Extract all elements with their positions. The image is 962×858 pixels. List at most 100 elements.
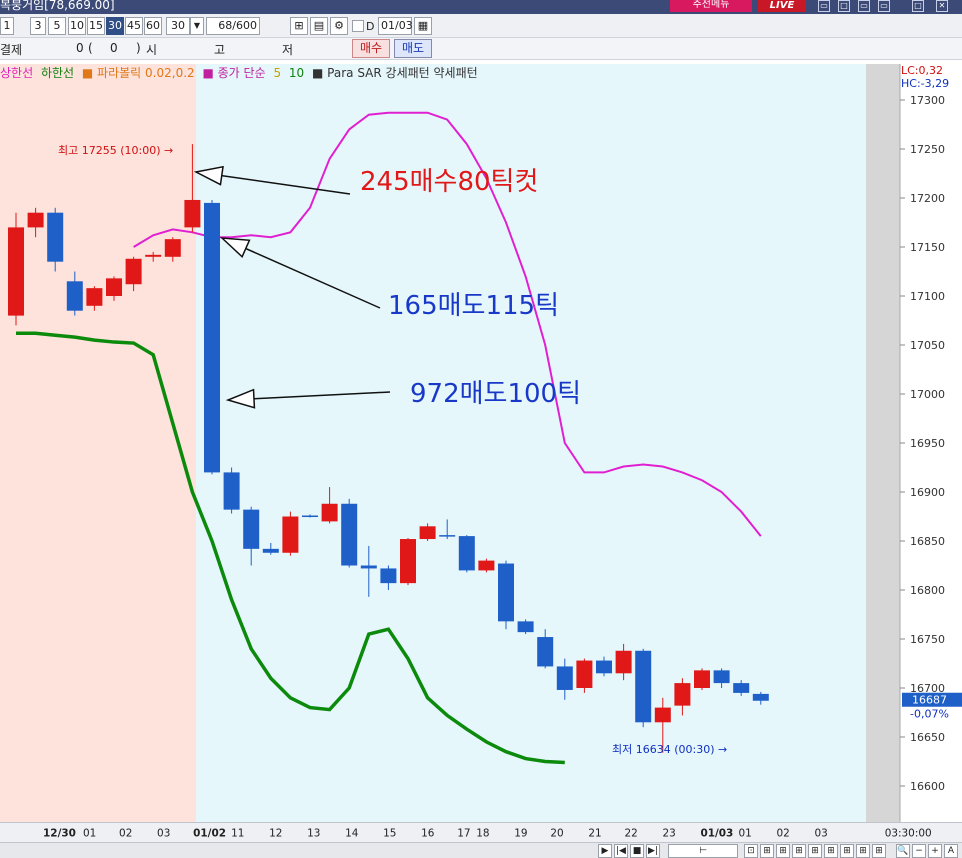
window-close-icon[interactable]: ✕: [936, 0, 948, 12]
candle-body-21: [419, 526, 436, 540]
buy-button[interactable]: 매수: [352, 39, 390, 58]
prev-session-background: [0, 64, 196, 822]
y-tick-label-17300: 17300: [910, 94, 945, 107]
x-label-16: 22: [624, 827, 637, 839]
text-tool-icon[interactable]: A: [944, 844, 958, 858]
tool-g-icon[interactable]: ⊞: [840, 844, 854, 858]
tool-c-icon[interactable]: ⊞: [776, 844, 790, 858]
zoom-out-icon[interactable]: −: [912, 844, 926, 858]
date-input[interactable]: 01/03: [378, 17, 413, 35]
recommend-menu-button[interactable]: 추천메뉴: [670, 0, 752, 12]
count-input[interactable]: 68/600: [206, 17, 260, 35]
x-label-17: 23: [662, 827, 675, 839]
candle-body-35: [694, 670, 710, 688]
price-chart[interactable]: 1660016650167001675016800168501690016950…: [0, 64, 962, 824]
zoom-icon[interactable]: 🔍: [896, 844, 910, 858]
period-5-button[interactable]: 5: [48, 17, 66, 35]
low-annotation: 최저 16634 (00:30) →: [612, 743, 727, 756]
candle-body-6: [125, 258, 142, 285]
candle-body-0: [8, 227, 24, 316]
x-label-1: 01: [83, 827, 96, 839]
candle-body-30: [596, 660, 612, 674]
high-label: 고: [214, 43, 226, 57]
first-icon[interactable]: |◀: [614, 844, 628, 858]
time-axis: 12/30 01 02 03 01/02 11 12 13 14 15 16 17 18 19 20 21 22…: [0, 822, 962, 842]
tool-f-icon[interactable]: ⊞: [824, 844, 838, 858]
x-label-7: 13: [307, 827, 320, 839]
low-label: 저: [282, 43, 294, 57]
x-label-6: 12: [269, 827, 282, 839]
candle-body-29: [576, 660, 593, 688]
time-axis-clock: 03:30:00: [885, 827, 932, 839]
candle-body-14: [282, 516, 299, 553]
window-ctl-1-icon[interactable]: ▭: [818, 0, 830, 12]
candle-body-16: [321, 503, 338, 522]
y-tick-label-17050: 17050: [910, 339, 945, 352]
window-ctl-3-icon[interactable]: ▭: [858, 0, 870, 12]
scroll-track[interactable]: ⊢: [668, 844, 738, 858]
dropdown-arrow-icon[interactable]: ▼: [190, 17, 204, 35]
y-tick-label-17000: 17000: [910, 388, 945, 401]
candle-body-15: [302, 515, 318, 518]
y-tick-label-16900: 16900: [910, 486, 945, 499]
x-label-21: 03: [814, 827, 827, 839]
last-icon[interactable]: ▶|: [646, 844, 660, 858]
x-label-8: 14: [345, 827, 359, 839]
x-label-11: 17: [457, 827, 470, 839]
period-60-button[interactable]: 60: [144, 17, 162, 35]
paren-value: 0: [110, 41, 118, 55]
window-maximize-icon[interactable]: □: [912, 0, 924, 12]
live-button[interactable]: LIVE: [758, 0, 806, 12]
tool-h-icon[interactable]: ⊞: [856, 844, 870, 858]
candle-body-12: [243, 509, 260, 549]
period-10-button[interactable]: 10: [68, 17, 86, 35]
y-tick-label-16950: 16950: [910, 437, 945, 450]
tool-i-icon[interactable]: ⊞: [872, 844, 886, 858]
candle-body-36: [713, 670, 730, 684]
sell-button[interactable]: 매도: [394, 39, 432, 58]
period-1-button[interactable]: 1: [0, 17, 14, 35]
candle-body-34: [674, 683, 691, 706]
bottom-toolbar: ▶ |◀ ■ ▶| ⊢ ⊡ ⊞ ⊞ ⊞ ⊞ ⊞ ⊞ ⊞ ⊞ 🔍 − + A: [0, 842, 962, 858]
note-buy-cut: 245매수80틱컷: [360, 167, 538, 197]
tool-e-icon[interactable]: ⊞: [808, 844, 822, 858]
period-30-button[interactable]: 30: [106, 17, 124, 35]
period-15-button[interactable]: 15: [87, 17, 105, 35]
d-checkbox[interactable]: [352, 20, 364, 32]
y-tick-label-16750: 16750: [910, 633, 945, 646]
count-value: 68: [218, 19, 233, 32]
candle-body-37: [733, 683, 750, 693]
stop-icon[interactable]: ■: [630, 844, 644, 858]
paren-close: ): [136, 41, 141, 55]
save-icon[interactable]: ▤: [310, 17, 328, 35]
x-label-18: 01/03: [700, 827, 733, 839]
tool-b-icon[interactable]: ⊞: [760, 844, 774, 858]
zoom-in-icon[interactable]: +: [928, 844, 942, 858]
right-margin-area: [866, 64, 900, 822]
window-ctl-2-icon[interactable]: □: [838, 0, 850, 12]
candle-body-5: [106, 278, 122, 296]
candle-body-17: [341, 503, 358, 566]
calendar-icon[interactable]: ▦: [414, 17, 432, 35]
window-ctl-4-icon[interactable]: ▭: [878, 0, 890, 12]
period-3-button[interactable]: 3: [30, 17, 46, 35]
x-label-10: 16: [421, 827, 434, 839]
play-icon[interactable]: ▶: [598, 844, 612, 858]
legend-upper-band: 상한선: [0, 66, 34, 80]
candle-body-31: [615, 650, 632, 674]
candle-body-33: [654, 707, 671, 723]
y-tick-label-17250: 17250: [910, 143, 945, 156]
grid-icon[interactable]: ⊞: [290, 17, 308, 35]
x-label-14: 20: [550, 827, 563, 839]
open-label: 시: [146, 43, 158, 57]
tool-a-icon[interactable]: ⊡: [744, 844, 758, 858]
period-select[interactable]: 30: [166, 17, 190, 35]
gear-icon[interactable]: ⚙: [330, 17, 348, 35]
legend-parabolic: ■ 파라볼릭 0.02,0.2: [81, 66, 195, 80]
x-label-2: 02: [119, 827, 132, 839]
period-45-button[interactable]: 45: [125, 17, 143, 35]
candle-body-26: [517, 621, 534, 633]
tool-d-icon[interactable]: ⊞: [792, 844, 806, 858]
count-total: /600: [232, 19, 257, 32]
y-tick-label-16650: 16650: [910, 731, 945, 744]
